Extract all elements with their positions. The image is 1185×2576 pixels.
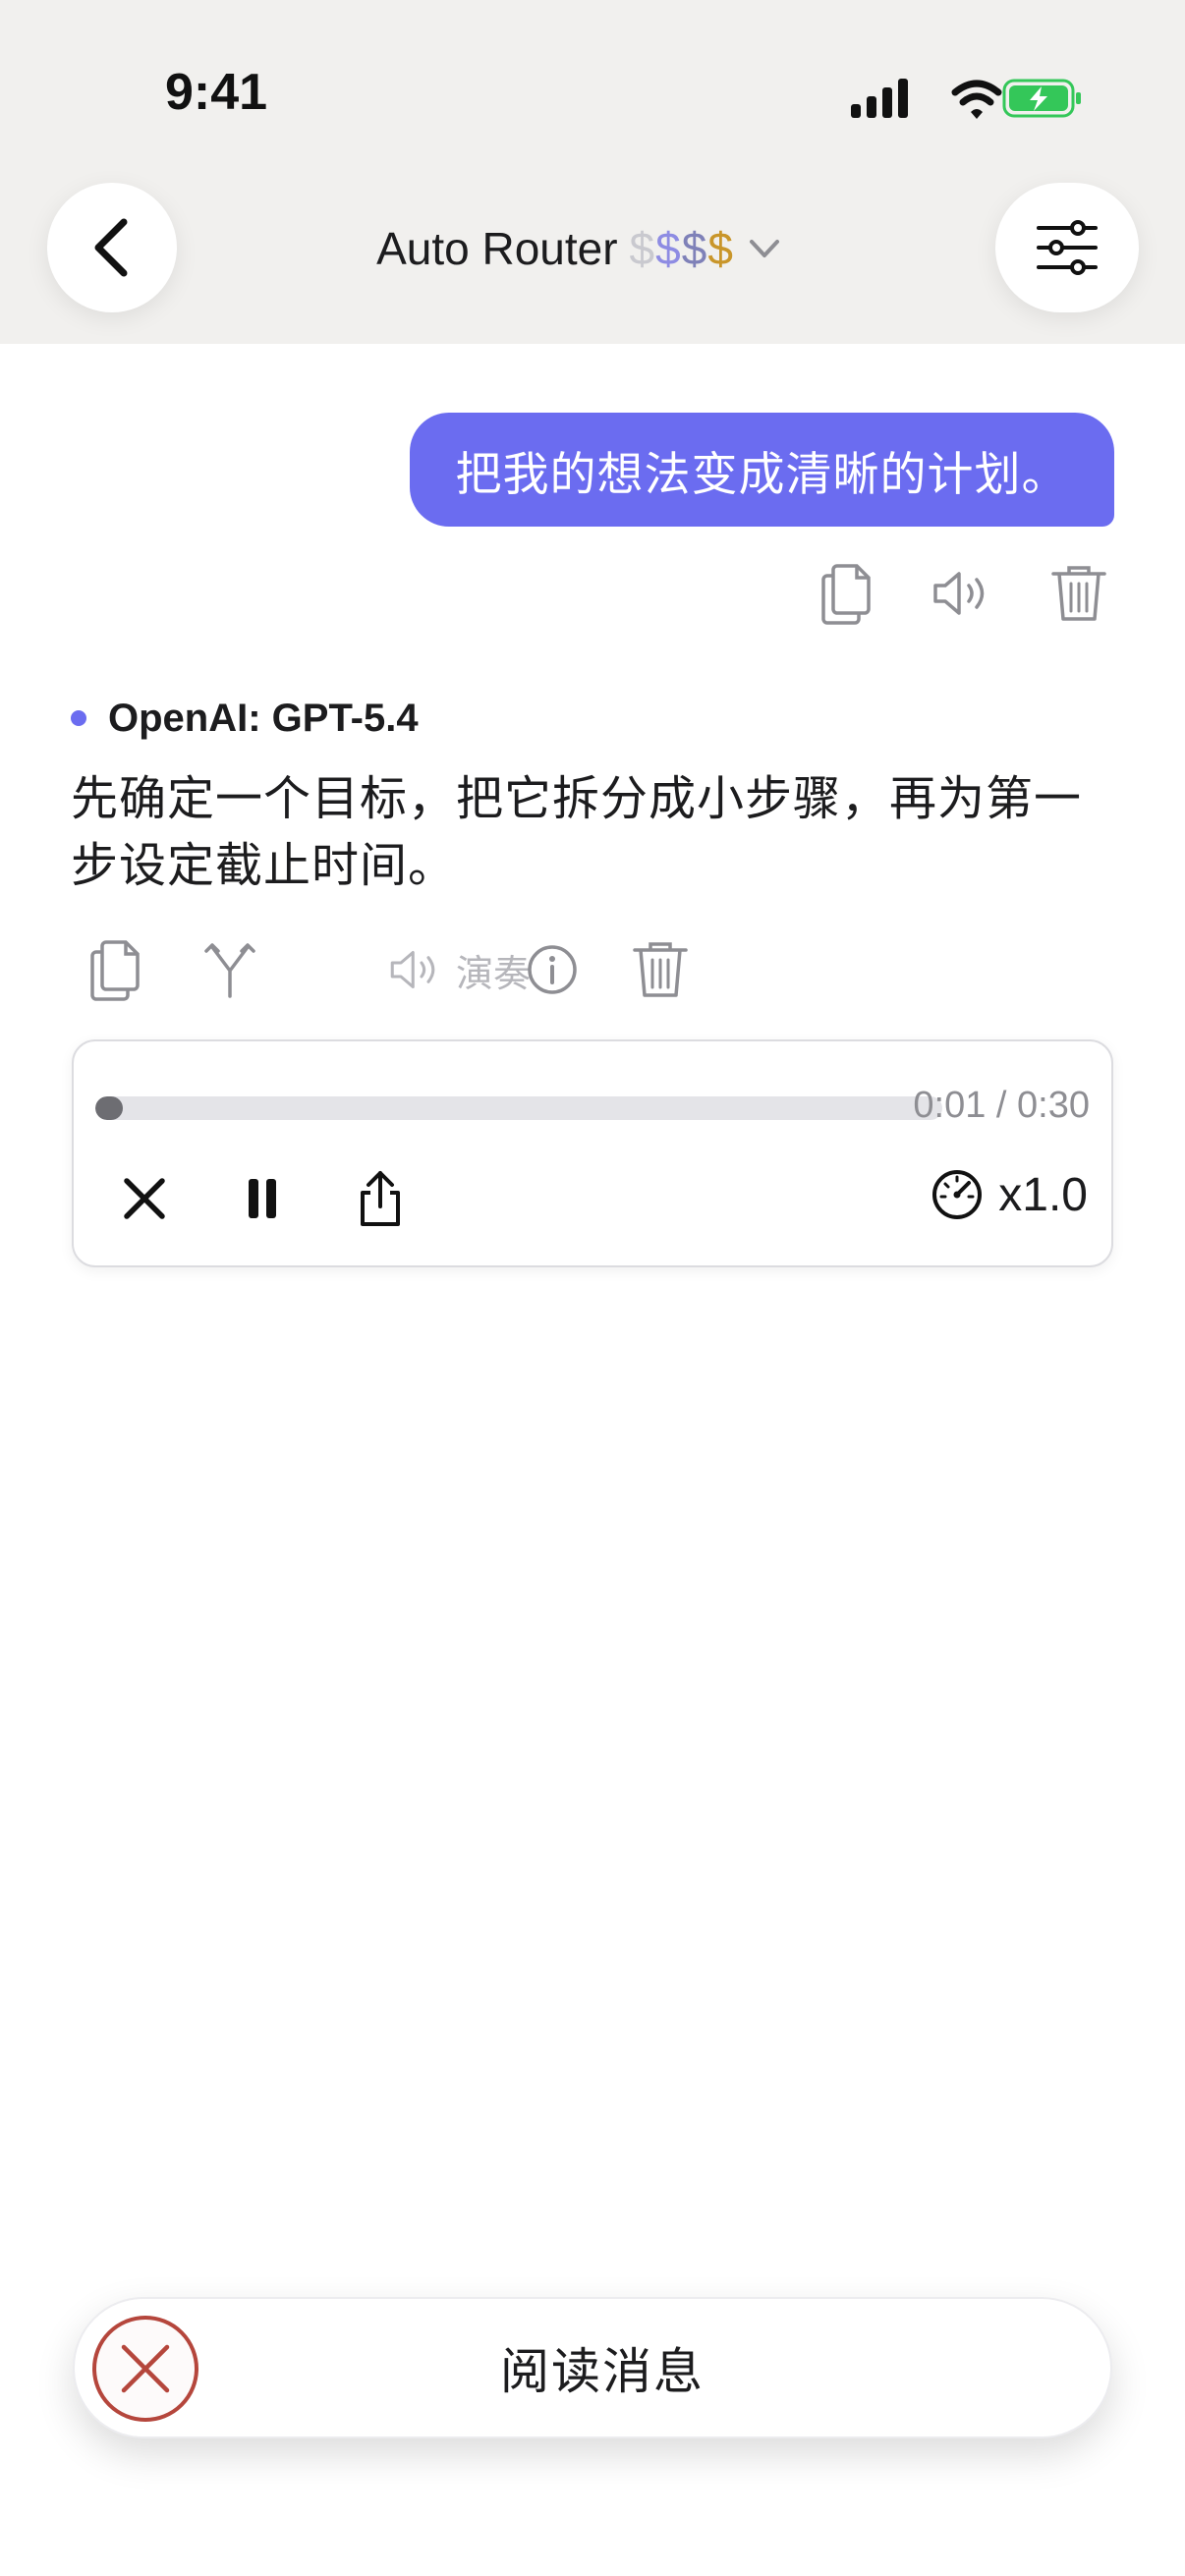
chevron-down-icon: [746, 230, 783, 267]
user-message-actions: [816, 560, 1110, 627]
speaker-icon[interactable]: [930, 560, 992, 627]
battery-charging-icon: [1002, 79, 1081, 118]
back-button[interactable]: [47, 183, 177, 312]
signal-icon: [851, 79, 908, 118]
trash-icon[interactable]: [1047, 560, 1110, 627]
trash-icon[interactable]: [629, 935, 692, 1004]
speed-label: x1.0: [998, 1168, 1088, 1221]
branch-icon[interactable]: [198, 935, 261, 1004]
status-time: 9:41: [165, 64, 268, 121]
progress-fill: [95, 1096, 124, 1120]
assistant-model-label: OpenAI: GPT-5.4: [71, 694, 419, 743]
info-icon[interactable]: [521, 935, 584, 1004]
speedometer-icon: [930, 1167, 985, 1222]
copy-icon[interactable]: [816, 560, 878, 627]
play-label: 演奏: [456, 953, 532, 995]
pause-icon[interactable]: [231, 1167, 294, 1230]
price-tier-3: $: [681, 223, 708, 274]
chevron-left-icon: [88, 216, 136, 279]
read-message-bar[interactable]: 阅读消息: [73, 2297, 1112, 2438]
assistant-model-name: OpenAI: GPT-5.4: [108, 696, 419, 740]
model-name: Auto Router: [376, 223, 618, 274]
status-icons: [845, 71, 1081, 126]
speaker-icon: [387, 940, 442, 999]
stop-circle-x-icon[interactable]: [90, 2314, 200, 2424]
price-tier: $$$$: [630, 222, 734, 275]
close-icon[interactable]: [113, 1167, 176, 1230]
price-tier-2: $: [655, 223, 682, 274]
read-message-label: 阅读消息: [500, 2344, 705, 2399]
share-icon[interactable]: [349, 1167, 412, 1230]
top-bar: 9:41 Auto Router $$$$: [0, 0, 1185, 344]
audio-player: 0:01 / 0:30 x1.0: [72, 1039, 1113, 1267]
model-status-dot: [71, 710, 86, 726]
assistant-message-text: 先确定一个目标，把它拆分成小步骤，再为第一步设定截止时间。: [71, 773, 1083, 892]
settings-button[interactable]: [995, 183, 1139, 312]
user-message-bubble[interactable]: 把我的想法变成清晰的计划。: [410, 413, 1114, 527]
copy-icon[interactable]: [85, 935, 147, 1004]
speed-control[interactable]: x1.0: [930, 1163, 1088, 1226]
assistant-message-actions: 演奏: [71, 935, 739, 1004]
progress-time: 0:01 / 0:30: [913, 1085, 1090, 1126]
model-selector[interactable]: Auto Router $$$$: [334, 214, 825, 283]
sliders-icon: [1035, 220, 1100, 275]
wifi-icon: [951, 80, 1002, 119]
play-button[interactable]: 演奏: [387, 935, 531, 1004]
price-tier-1: $: [629, 223, 656, 274]
price-tier-4: $: [707, 223, 734, 274]
progress-bar[interactable]: [95, 1096, 942, 1120]
